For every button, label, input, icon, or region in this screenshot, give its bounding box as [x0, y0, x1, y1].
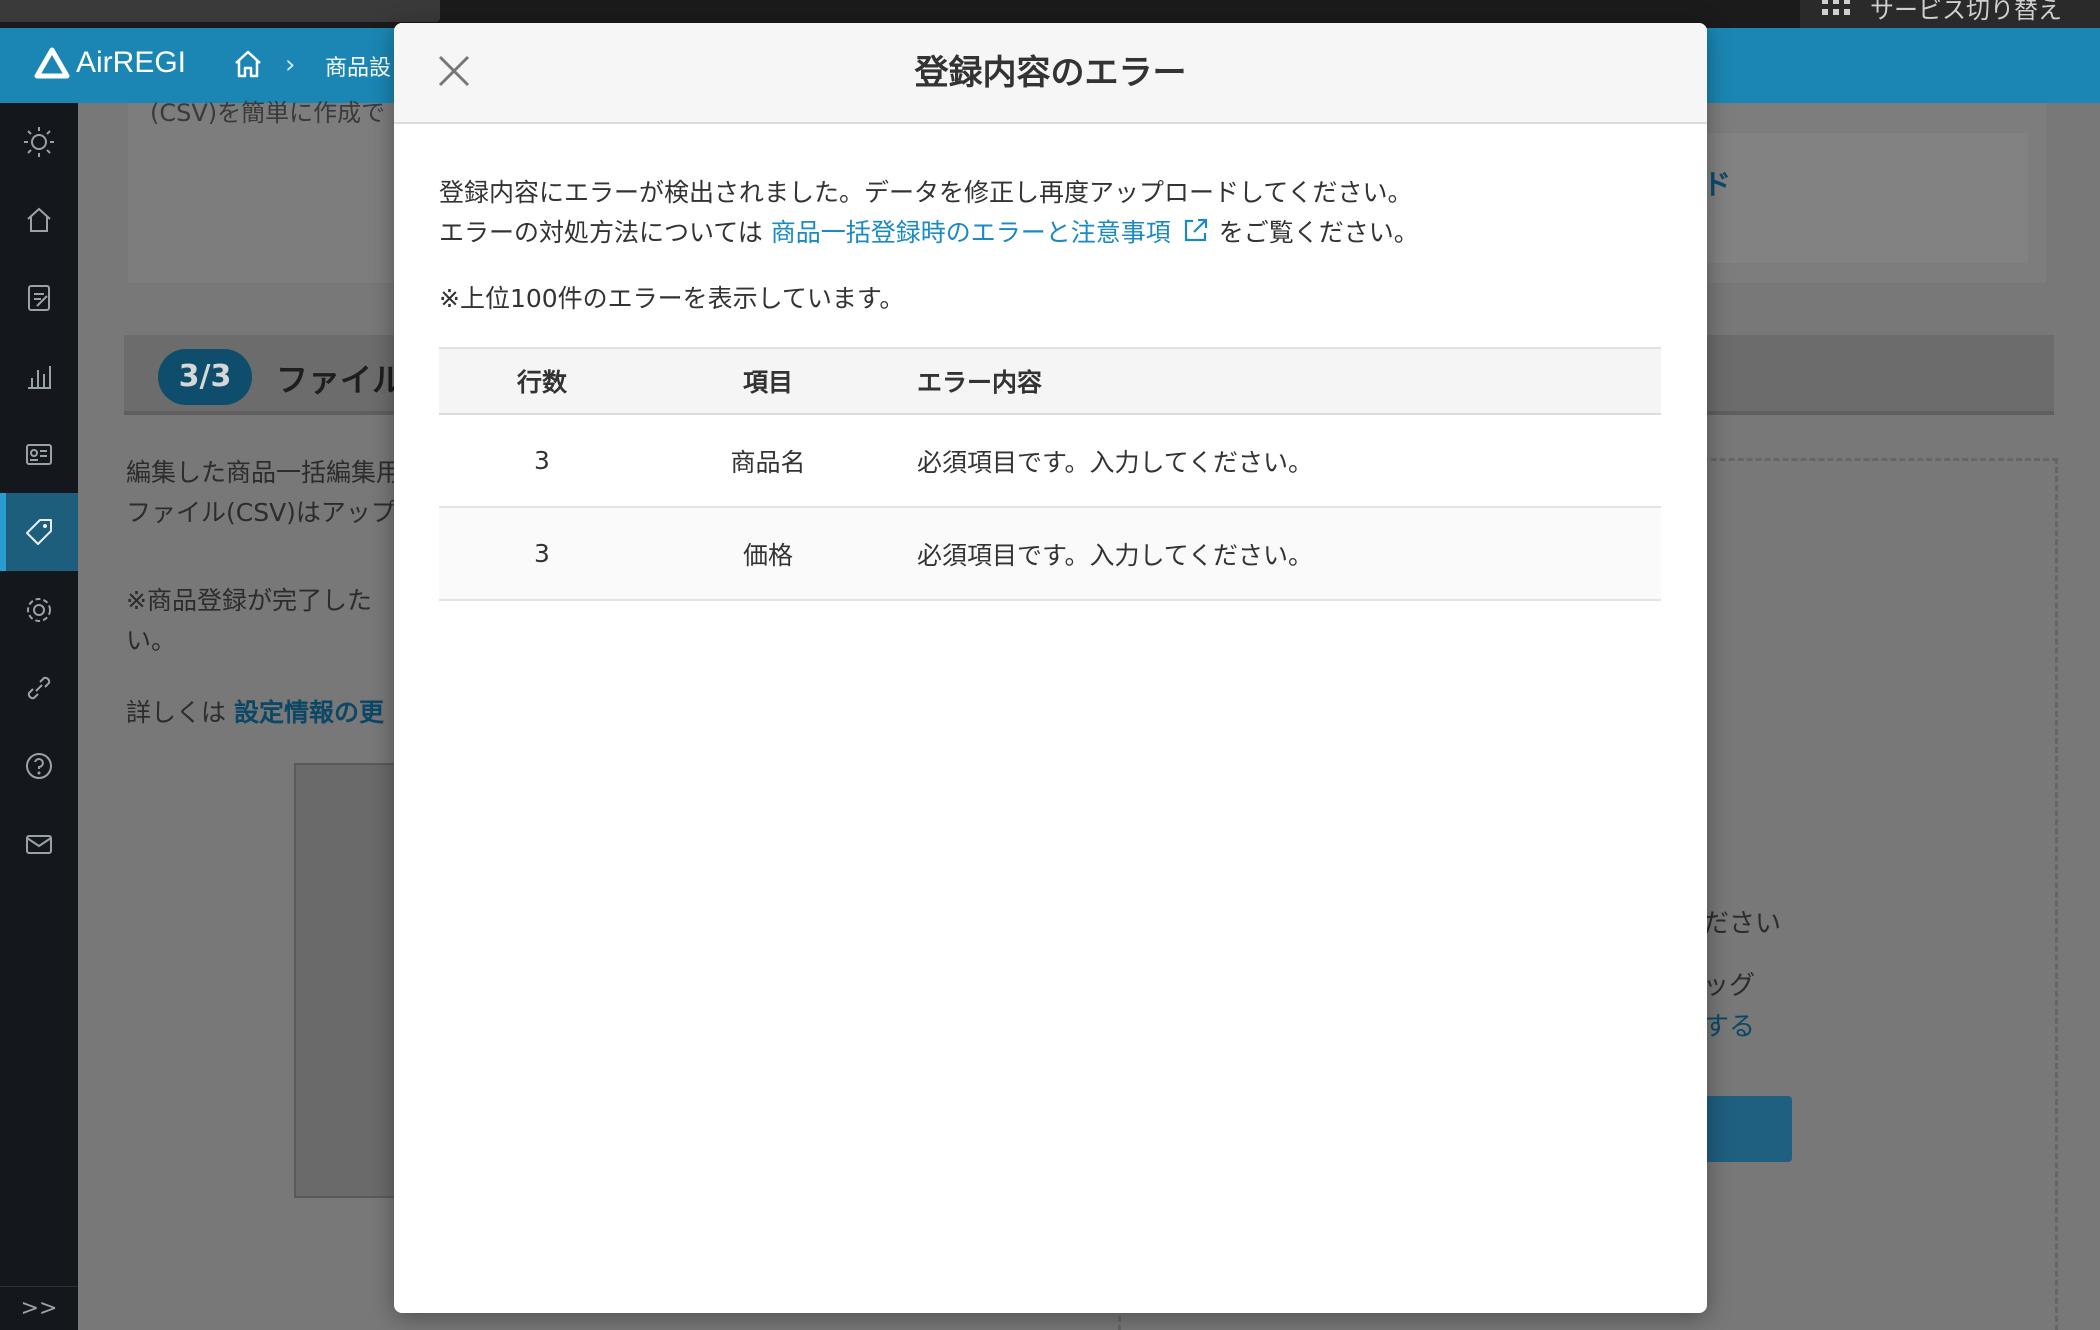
link-icon: [27, 676, 51, 700]
sidebar-item-sun[interactable]: [0, 103, 78, 181]
cell-row-number: 3: [439, 414, 645, 508]
sidebar-item-tag[interactable]: [0, 493, 78, 571]
download-box: [1698, 133, 2028, 263]
sidebar-item-mail[interactable]: [0, 805, 78, 883]
service-switch-button[interactable]: サービス切り替え: [1800, 0, 2100, 28]
close-icon[interactable]: [434, 51, 474, 91]
step-badge: 3/3: [158, 349, 252, 405]
error-help-link[interactable]: 商品一括登録時のエラーと注意事項: [771, 218, 1219, 247]
column-header-field: 項目: [645, 347, 891, 415]
service-switch-label: サービス切り替え: [1870, 0, 2062, 24]
upload-button[interactable]: [1698, 1096, 1792, 1162]
cell-error: 必須項目です。入力してください。: [891, 507, 1661, 601]
tag-icon: [26, 519, 52, 545]
id-card-icon: [26, 444, 52, 465]
modal-header: 登録内容のエラー: [394, 23, 1707, 124]
cell-field: 商品名: [645, 414, 891, 508]
document-icon: [28, 285, 50, 311]
home-icon[interactable]: [232, 48, 264, 80]
cell-field: 価格: [645, 507, 891, 601]
external-link-icon: [1184, 218, 1207, 242]
modal-body: 登録内容にエラーが検出されました。データを修正し再度アップロードしてください。 …: [439, 173, 1661, 319]
airregi-logo[interactable]: AirREGI: [34, 46, 186, 80]
table-row: 3 価格 必須項目です。入力してください。: [439, 507, 1661, 601]
sidebar-item-settings[interactable]: [0, 571, 78, 649]
column-header-row-number: 行数: [439, 347, 645, 415]
home-icon: [27, 207, 51, 232]
step-description: 編集した商品一括編集用 ファイル(CSV)はアップ: [126, 458, 402, 527]
breadcrumb-item[interactable]: 商品設: [325, 50, 391, 82]
csv-text: (CSV)を簡単に作成で: [150, 99, 386, 127]
help-screenshot-image: [294, 763, 404, 1198]
file-select-link[interactable]: する: [1703, 1006, 1755, 1043]
sidebar-item-document[interactable]: [0, 259, 78, 337]
modal-title: 登録内容のエラー: [914, 53, 1187, 93]
sidebar-expand-button[interactable]: >>: [0, 1286, 78, 1330]
gear-icon: [27, 598, 51, 622]
table-header-row: 行数 項目 エラー内容: [439, 347, 1661, 415]
chevron-right-icon: ›: [285, 50, 296, 80]
error-modal: 登録内容のエラー 登録内容にエラーが検出されました。データを修正し再度アップロー…: [394, 23, 1707, 1313]
drop-zone-text-2: ッグ: [1703, 971, 1756, 1001]
cell-row-number: 3: [439, 507, 645, 601]
table-row: 3 商品名 必須項目です。入力してください。: [439, 414, 1661, 508]
download-link[interactable]: ド: [1703, 163, 1731, 203]
help-icon: [26, 753, 52, 779]
error-limit-note: ※上位100件のエラーを表示しています。: [439, 284, 905, 313]
grid-icon: [1822, 0, 1850, 15]
chart-icon: [28, 366, 51, 389]
sidebar-item-help[interactable]: [0, 727, 78, 805]
sidebar-item-id-card[interactable]: [0, 415, 78, 493]
logo-text: AirREGI: [76, 46, 187, 79]
drop-zone-text: ださい: [1703, 909, 1782, 939]
settings-info-link[interactable]: 設定情報の更: [234, 698, 384, 727]
sidebar-item-chart[interactable]: [0, 337, 78, 415]
logo-triangle-icon: [34, 47, 70, 79]
mail-icon: [26, 835, 52, 854]
sidebar-item-home[interactable]: [0, 181, 78, 259]
error-message-line1: 登録内容にエラーが検出されました。データを修正し再度アップロードしてください。: [439, 178, 1413, 207]
browser-tab[interactable]: [0, 0, 440, 22]
step-title: ファイル: [276, 361, 405, 399]
sun-icon: [24, 127, 54, 157]
sidebar-item-link[interactable]: [0, 649, 78, 727]
error-table: 行数 項目 エラー内容 3 商品名 必須項目です。入力してください。 3 価格 …: [439, 347, 1661, 601]
sidebar: >>: [0, 103, 78, 1330]
detail-line: 詳しくは 設定情報の更: [126, 698, 384, 727]
column-header-error: エラー内容: [891, 347, 1661, 415]
double-chevron-right-icon: >>: [20, 1296, 58, 1321]
error-message-line2: エラーの対処方法については 商品一括登録時のエラーと注意事項 をご覧ください。: [439, 213, 1661, 253]
step-note: ※商品登録が完了した い。: [126, 586, 372, 655]
cell-error: 必須項目です。入力してください。: [891, 414, 1661, 508]
